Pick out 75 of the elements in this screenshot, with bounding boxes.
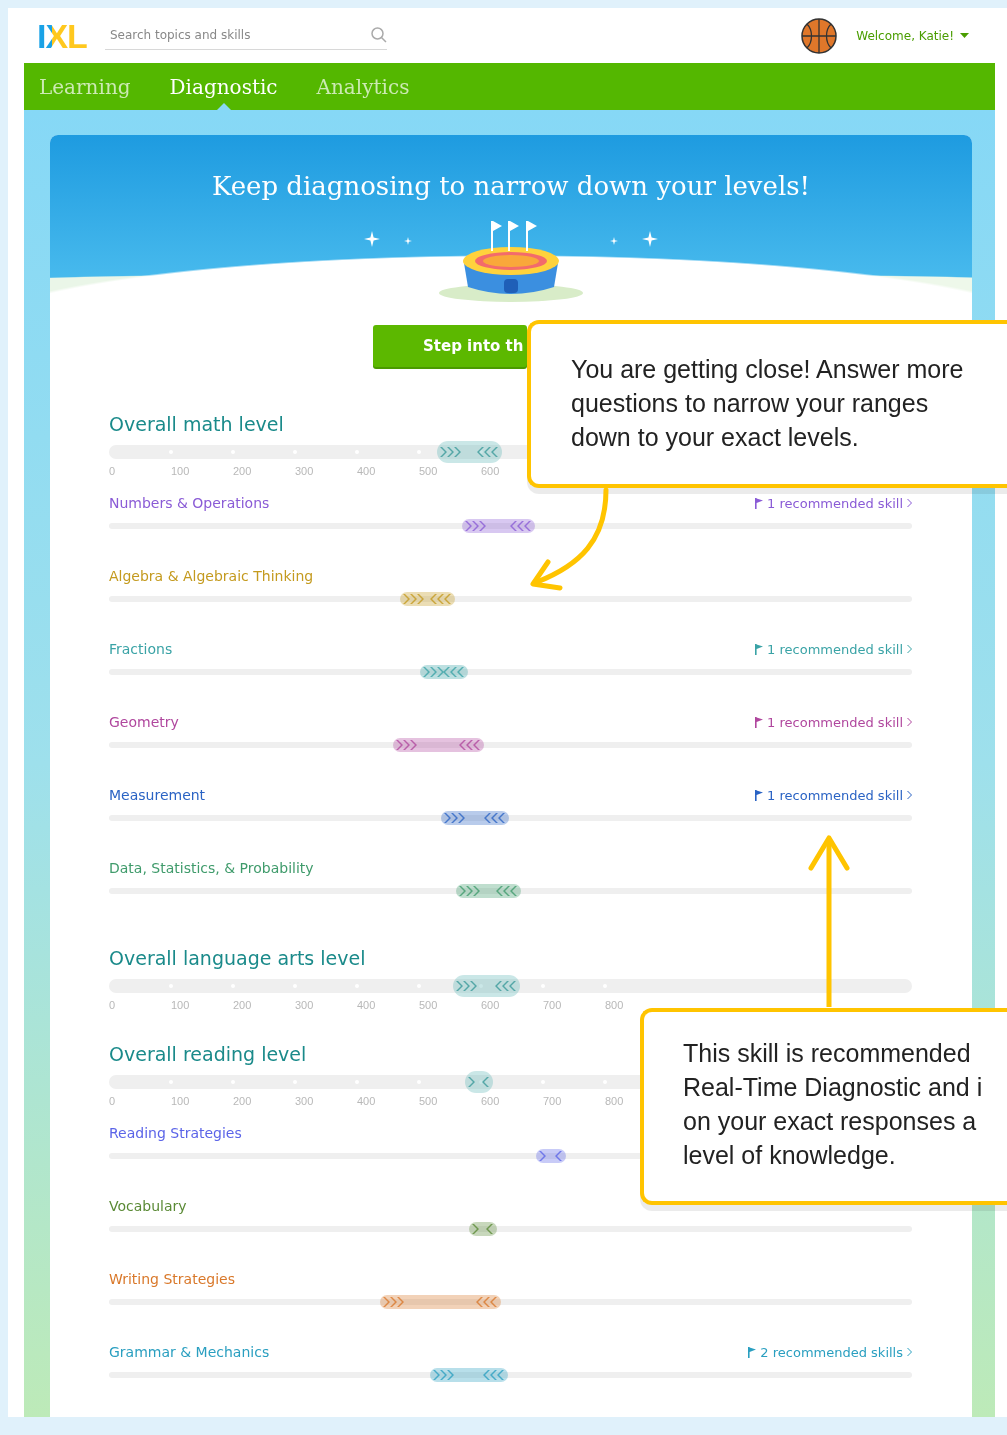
sparkle-icon xyxy=(610,237,618,245)
level-range-band xyxy=(452,975,521,997)
domain-name: Fractions xyxy=(109,641,173,657)
scale-label: 800 xyxy=(604,1095,624,1107)
level-range-band xyxy=(464,1071,493,1093)
domain-name: Reading Strategies xyxy=(109,1125,242,1141)
callout-text: down to your exact levels. xyxy=(571,422,860,453)
scale-label: 400 xyxy=(356,999,376,1011)
scale-label: 300 xyxy=(294,465,314,477)
recommended-skill-link[interactable]: 1 recommended skill xyxy=(755,714,912,730)
scale-label: 100 xyxy=(171,999,190,1011)
welcome-menu[interactable]: Welcome, Katie! xyxy=(856,28,969,43)
callout-text: questions to narrow your ranges xyxy=(571,388,930,419)
nav-tab[interactable]: Analytics xyxy=(316,63,410,110)
step-into-button[interactable]: Step into th xyxy=(373,325,527,367)
scale-label: 100 xyxy=(171,465,190,477)
scale-label: 500 xyxy=(418,465,438,477)
domain-name: Data, Statistics, & Probability xyxy=(109,860,314,876)
flag-icon xyxy=(748,1346,757,1358)
domain-name: Numbers & Operations xyxy=(109,495,270,511)
search-field[interactable]: Search topics and skills xyxy=(104,28,371,42)
recommended-skill-link[interactable]: 1 recommended skill xyxy=(755,787,912,803)
scale-label: 500 xyxy=(418,999,438,1011)
scale-label: 200 xyxy=(232,999,252,1011)
scale-label: 600 xyxy=(480,999,500,1011)
nav-tab[interactable]: Learning xyxy=(39,63,131,110)
callout-text: level of knowledge. xyxy=(683,1140,897,1171)
flag-icon xyxy=(755,789,764,801)
callout-text: You are getting close! Answer more xyxy=(571,354,965,385)
domain-name: Measurement xyxy=(109,787,206,803)
scale-label: 200 xyxy=(232,465,252,477)
callout-text: Real-Time Diagnostic and i xyxy=(683,1072,984,1103)
scale-label: 700 xyxy=(542,1095,562,1107)
chevron-right-icon xyxy=(907,645,912,653)
domain-name: Grammar & Mechanics xyxy=(109,1344,270,1360)
sparkle-icon xyxy=(404,237,412,245)
flag-icon xyxy=(755,716,764,728)
recommended-skill-link[interactable]: 2 recommended skills xyxy=(748,1344,912,1360)
scale-label: 700 xyxy=(542,999,562,1011)
scale-label: 300 xyxy=(294,1095,314,1107)
overall-level-title: Overall language arts level xyxy=(109,947,366,969)
chevron-right-icon xyxy=(907,718,912,726)
overall-level-title: Overall reading level xyxy=(109,1043,307,1065)
scale-label: 600 xyxy=(480,465,500,477)
recommended-skill-link[interactable]: 1 recommended skill xyxy=(755,495,912,511)
scale-label: 0 xyxy=(109,999,116,1011)
scale-label: 800 xyxy=(604,999,624,1011)
recommended-skill-link[interactable]: 1 recommended skill xyxy=(755,641,912,657)
scale-label: 200 xyxy=(232,1095,252,1107)
caret-icon xyxy=(960,33,969,38)
domain-name: Vocabulary xyxy=(109,1198,187,1214)
scale-label: 0 xyxy=(109,465,116,477)
domain-name: Geometry xyxy=(109,714,179,730)
hero-title: Keep diagnosing to narrow down your levels! xyxy=(211,171,811,201)
sparkle-icon xyxy=(364,231,380,247)
flag-icon xyxy=(755,643,764,655)
overall-level-title: Overall math level xyxy=(109,413,284,435)
scale-label: 600 xyxy=(480,1095,500,1107)
chevron-right-icon xyxy=(907,791,912,799)
flag-icon xyxy=(755,497,764,509)
callout-text: This skill is recommended xyxy=(683,1038,972,1069)
domain-name: Algebra & Algebraic Thinking xyxy=(109,568,314,584)
scale-label: 400 xyxy=(356,465,376,477)
callout-text: on your exact responses a xyxy=(683,1106,978,1137)
chevron-right-icon xyxy=(907,1348,912,1356)
scale-label: 0 xyxy=(109,1095,116,1107)
scale-label: 400 xyxy=(356,1095,376,1107)
chevron-right-icon xyxy=(907,499,912,507)
scale-label: 500 xyxy=(418,1095,438,1107)
sparkle-icon xyxy=(642,231,658,247)
domain-name: Writing Strategies xyxy=(109,1271,235,1287)
basketball-avatar-icon[interactable] xyxy=(800,16,839,55)
scale-label: 300 xyxy=(294,999,314,1011)
scale-label: 100 xyxy=(171,1095,190,1107)
level-range-band xyxy=(437,441,503,463)
